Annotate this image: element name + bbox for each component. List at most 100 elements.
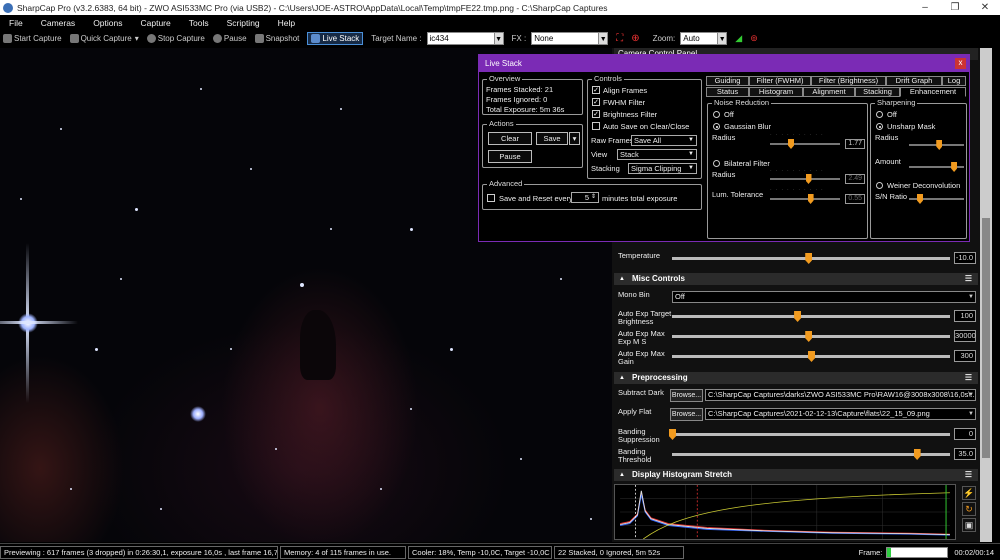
gaussian-blur-radio[interactable]: [713, 123, 720, 130]
save-icon[interactable]: ▣: [962, 518, 976, 532]
maximize-icon[interactable]: ❐: [940, 0, 970, 15]
sharpen-radius-thumb[interactable]: [936, 140, 943, 150]
subtract-dark-browse-button[interactable]: Browse...: [670, 389, 703, 402]
histogram-plot[interactable]: [614, 484, 956, 540]
temperature-slider[interactable]: [672, 253, 950, 264]
auto-exp-max-gain-value[interactable]: 300: [954, 350, 976, 362]
apply-flat-select[interactable]: C:\SharpCap Captures\2021-02-12-13\Captu…: [705, 408, 976, 420]
menu-file[interactable]: File: [9, 18, 23, 28]
reset-icon[interactable]: ↻: [962, 502, 976, 516]
align-frames-checkbox[interactable]: ✓: [592, 86, 600, 94]
sharpen-off-radio[interactable]: [876, 111, 883, 118]
pause-stack-button[interactable]: Pause: [488, 150, 532, 163]
fwhm-filter-checkbox[interactable]: ✓: [592, 98, 600, 106]
bilateral-filter-radio[interactable]: [713, 160, 720, 167]
preprocessing-header[interactable]: Preprocessing ☰: [614, 372, 978, 384]
scrollbar-thumb[interactable]: [982, 218, 990, 458]
tab-stacking[interactable]: Stacking: [855, 87, 900, 97]
auto-exp-max-exp-slider[interactable]: [672, 331, 950, 342]
tab-drift-graph[interactable]: Drift Graph: [886, 76, 942, 86]
auto-exp-max-gain-thumb[interactable]: [808, 351, 815, 362]
tab-log[interactable]: Log: [942, 76, 966, 86]
noise-off-radio[interactable]: [713, 111, 720, 118]
menu-tools[interactable]: Tools: [189, 18, 209, 28]
preprocessing-menu-icon[interactable]: ☰: [965, 372, 972, 384]
zoom-combo[interactable]: Auto ▼: [680, 32, 728, 45]
sn-ratio-slider[interactable]: [909, 194, 964, 204]
panel-scrollbar[interactable]: [980, 48, 992, 542]
tab-filter-fwhm[interactable]: Filter (FWHM): [749, 76, 811, 86]
live-stack-button[interactable]: Live Stack: [307, 32, 364, 45]
tab-status[interactable]: Status: [706, 87, 749, 97]
misc-controls-header[interactable]: Misc Controls ☰: [614, 273, 978, 285]
menu-options[interactable]: Options: [93, 18, 122, 28]
auto-save-checkbox[interactable]: [592, 122, 600, 130]
banding-suppression-value[interactable]: 0: [954, 428, 976, 440]
sharpen-amount-thumb[interactable]: [951, 162, 958, 172]
fx-select[interactable]: None: [531, 32, 600, 45]
gaussian-radius-thumb[interactable]: [788, 139, 794, 149]
misc-controls-menu-icon[interactable]: ☰: [965, 273, 972, 285]
fx-dropdown-icon[interactable]: ▼: [599, 32, 609, 45]
menu-cameras[interactable]: Cameras: [41, 18, 75, 28]
unsharp-mask-radio[interactable]: [876, 123, 883, 130]
tab-filter-brightness[interactable]: Filter (Brightness): [811, 76, 886, 86]
histogram-icon[interactable]: ◢: [735, 33, 742, 44]
lum-tolerance-thumb[interactable]: [807, 194, 814, 204]
stop-capture-button[interactable]: Stop Capture: [146, 34, 205, 43]
close-icon[interactable]: ✕: [970, 0, 1000, 15]
histogram-stretch-header[interactable]: Display Histogram Stretch ☰: [614, 469, 978, 481]
start-capture-button[interactable]: Start Capture: [3, 34, 62, 43]
banding-suppression-slider[interactable]: [669, 429, 950, 440]
raw-frames-select[interactable]: Save All ▼: [631, 135, 697, 146]
target-name-combo[interactable]: ic434 ▼: [426, 32, 504, 45]
lightning-icon[interactable]: ⚡: [962, 486, 976, 500]
banding-threshold-slider[interactable]: [672, 449, 950, 460]
save-dropdown-icon[interactable]: ▾: [569, 132, 580, 145]
quick-capture-dropdown-icon[interactable]: ▾: [135, 34, 139, 43]
sharpen-amount-slider[interactable]: [909, 162, 964, 172]
brightness-filter-checkbox[interactable]: ✓: [592, 110, 600, 118]
view-select[interactable]: Stack ▼: [617, 149, 697, 160]
sn-ratio-thumb[interactable]: [917, 194, 923, 204]
banding-threshold-value[interactable]: 35.0: [954, 448, 976, 460]
bilateral-radius-slider[interactable]: [770, 174, 840, 184]
menu-scripting[interactable]: Scripting: [227, 18, 260, 28]
bilateral-radius-thumb[interactable]: [805, 174, 812, 184]
zoom-select[interactable]: Auto: [680, 32, 719, 45]
quick-capture-button[interactable]: Quick Capture ▾: [69, 34, 139, 43]
save-reset-checkbox[interactable]: [487, 194, 495, 202]
lum-tolerance-slider[interactable]: [770, 194, 840, 204]
auto-exp-target-slider[interactable]: [672, 311, 950, 322]
live-stack-close-button[interactable]: x: [955, 58, 966, 69]
subtract-dark-select[interactable]: C:\SharpCap Captures\darks\ZWO ASI533MC …: [705, 389, 976, 401]
gaussian-radius-value[interactable]: 1.77: [845, 139, 865, 149]
histogram-stretch-menu-icon[interactable]: ☰: [965, 469, 972, 481]
tab-alignment[interactable]: Alignment: [803, 87, 855, 97]
bilateral-radius-value[interactable]: 2.49: [845, 174, 865, 184]
zoom-dropdown-icon[interactable]: ▼: [718, 32, 728, 45]
minutes-stepper[interactable]: 5 ⇕: [571, 192, 599, 203]
menu-capture[interactable]: Capture: [140, 18, 170, 28]
fx-reticule-icon[interactable]: ⊕: [631, 33, 639, 44]
fx-combo[interactable]: None ▼: [531, 32, 609, 45]
apply-flat-browse-button[interactable]: Browse...: [670, 408, 703, 421]
tab-enhancement[interactable]: Enhancement: [900, 87, 966, 97]
auto-exp-max-exp-thumb[interactable]: [805, 331, 813, 342]
stacking-select[interactable]: Sigma Clipping ▼: [628, 163, 697, 174]
temperature-slider-thumb[interactable]: [805, 253, 813, 264]
lum-tolerance-value[interactable]: 0.55: [845, 194, 865, 204]
focus-icon[interactable]: ⊚: [750, 33, 758, 44]
auto-exp-max-exp-value[interactable]: 30000: [954, 330, 976, 342]
fx-select-area-icon[interactable]: ⛶: [616, 33, 623, 44]
minimize-icon[interactable]: –: [910, 0, 940, 15]
tab-histogram[interactable]: Histogram: [749, 87, 803, 97]
auto-exp-target-value[interactable]: 100: [954, 310, 976, 322]
weiner-radio[interactable]: [876, 182, 883, 189]
menu-help[interactable]: Help: [278, 18, 295, 28]
auto-exp-max-gain-slider[interactable]: [672, 351, 950, 362]
gaussian-radius-slider[interactable]: [770, 139, 840, 149]
pause-button[interactable]: Pause: [212, 34, 247, 43]
auto-exp-target-thumb[interactable]: [794, 311, 802, 322]
live-stack-title-bar[interactable]: Live Stack x: [479, 55, 969, 72]
